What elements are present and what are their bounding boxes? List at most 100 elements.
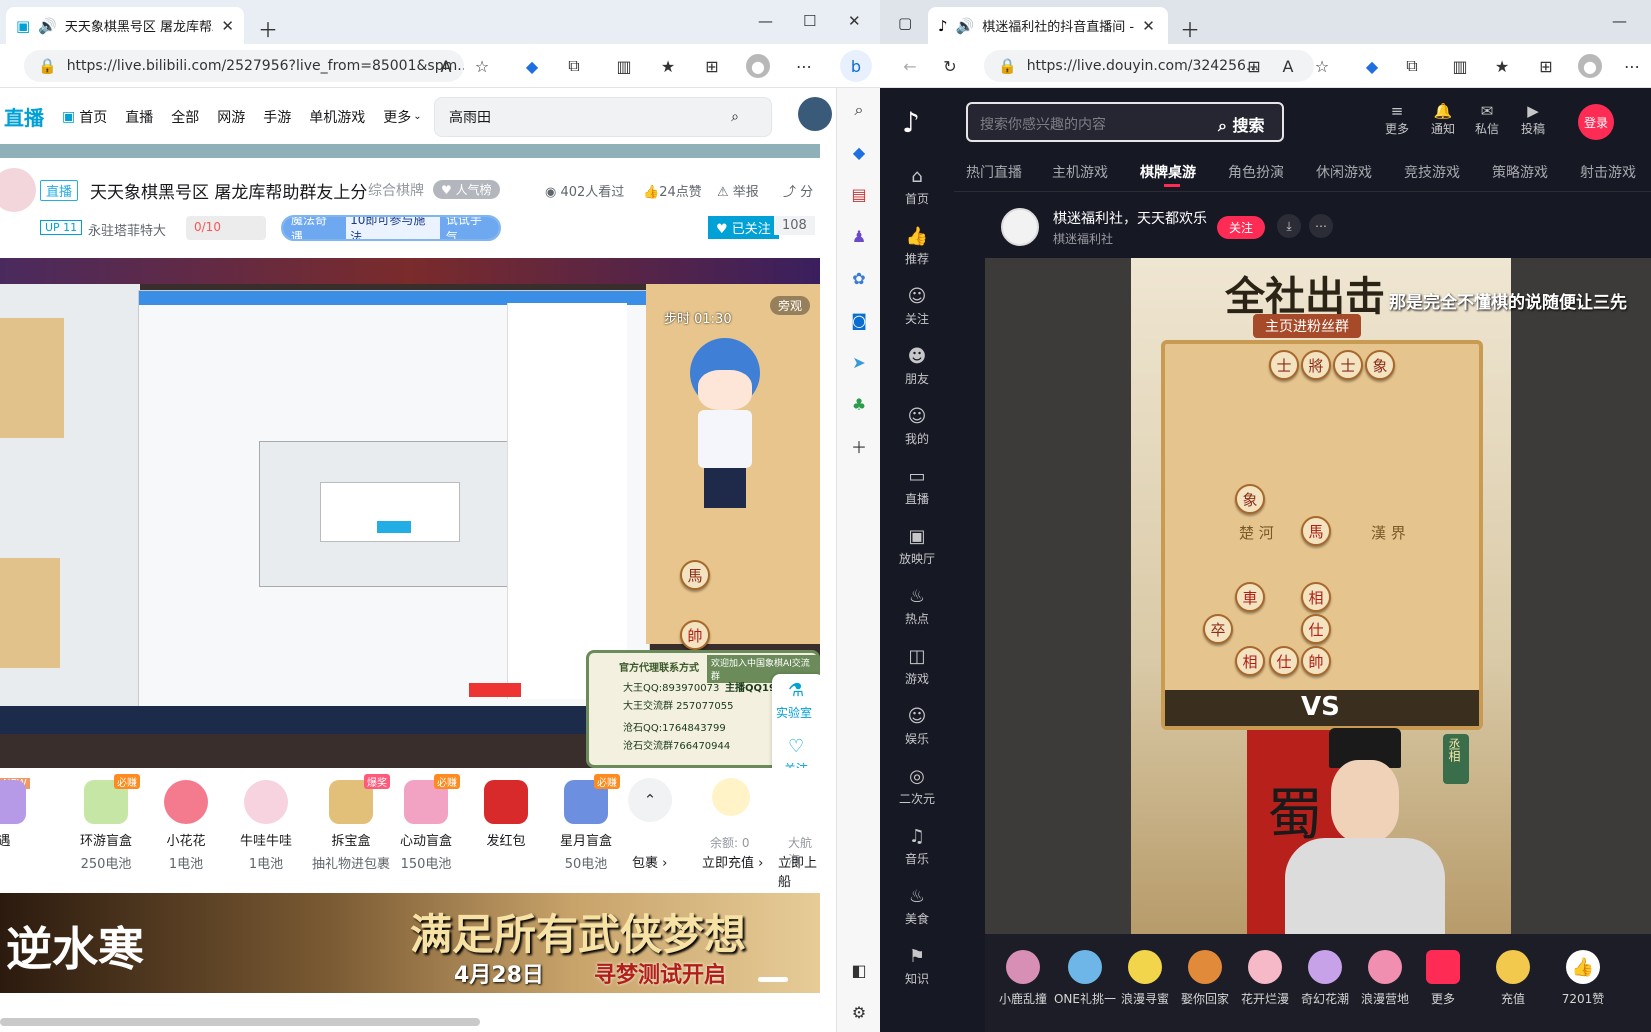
extension-shield-icon[interactable]: ◆: [1360, 54, 1384, 78]
heart-icon[interactable]: ♡: [788, 736, 804, 757]
room-host[interactable]: 棋迷福利社: [1053, 230, 1113, 247]
live-logo[interactable]: 直播: [4, 102, 44, 131]
gift-item[interactable]: 必赚 星月盲盒 50电池: [546, 774, 626, 872]
side-follow-label[interactable]: 关注: [784, 760, 808, 768]
header-messages[interactable]: ✉ 私信: [1470, 102, 1504, 137]
recharge-button[interactable]: 充值: [1485, 950, 1541, 1007]
tab-board-games[interactable]: 棋牌桌游: [1140, 162, 1196, 182]
gift-item[interactable]: 必赚 心动盲盒 150电池: [386, 774, 466, 872]
tab-strategy-games[interactable]: 策略游戏: [1492, 162, 1548, 182]
tag-icon[interactable]: ◆: [847, 140, 871, 164]
profile-avatar[interactable]: ●: [1578, 54, 1602, 78]
streamer-name[interactable]: 永驻塔菲特大: [88, 220, 166, 239]
close-tab-icon[interactable]: ✕: [221, 17, 234, 35]
favorites-icon[interactable]: ★: [1490, 54, 1514, 78]
extensions-icon[interactable]: ⧉: [562, 54, 586, 78]
new-tab-icon[interactable]: ＋: [1180, 14, 1200, 43]
header-upload[interactable]: ▶ 投稿: [1516, 102, 1550, 137]
recharge-button[interactable]: 立即充值 ›: [702, 852, 763, 871]
sidebar-item-mine[interactable]: ☺ 我的: [880, 406, 954, 447]
gift-item[interactable]: 小鹿乱撞: [995, 950, 1051, 1007]
room-category[interactable]: 综合棋牌: [368, 180, 424, 200]
maximize-icon[interactable]: ☐: [803, 12, 816, 30]
tab-hot-live[interactable]: 热门直播: [966, 162, 1022, 182]
sidebar-item-hot[interactable]: ♨ 热点: [880, 586, 954, 627]
expand-gifts-button[interactable]: ⌃: [628, 778, 672, 822]
sidebar-toggle-icon[interactable]: ◧: [847, 958, 871, 982]
share-button[interactable]: ⤴ 分: [783, 181, 813, 200]
gift-item[interactable]: 奇幻花潮: [1297, 950, 1353, 1007]
read-aloud-icon[interactable]: A: [434, 54, 458, 78]
extensions-icon[interactable]: ⧉: [1400, 54, 1424, 78]
split-screen-icon[interactable]: ▥: [1448, 54, 1472, 78]
search-icon[interactable]: ⌕: [731, 109, 739, 125]
sidebar-item-friends[interactable]: ☻ 朋友: [880, 346, 954, 387]
gift-item[interactable]: 必赚 环游盲盒 250电池: [66, 774, 146, 872]
close-window-icon[interactable]: ✕: [848, 12, 861, 30]
like-button[interactable]: 👍 7201赞: [1551, 950, 1615, 1007]
tab-console-games[interactable]: 主机游戏: [1052, 162, 1108, 182]
more-menu-icon[interactable]: ⋯: [1620, 54, 1644, 78]
nav-mobile-games[interactable]: 手游: [263, 107, 291, 127]
toolbox-icon[interactable]: ▤: [847, 182, 871, 206]
sidebar-item-follow[interactable]: ☺ 关注: [880, 286, 954, 327]
flask-icon[interactable]: ⚗: [788, 680, 804, 701]
speaker-icon[interactable]: 🔊: [38, 17, 57, 35]
search-button[interactable]: ⌕ 搜索: [1218, 112, 1265, 136]
carousel-indicator[interactable]: [758, 977, 788, 982]
search-input[interactable]: 高雨田 ⌕: [434, 97, 772, 137]
favorites-icon[interactable]: ★: [656, 54, 680, 78]
user-avatar[interactable]: [798, 97, 832, 131]
tab-rpg[interactable]: 角色扮演: [1228, 162, 1284, 182]
gift-item[interactable]: 牛哇牛哇 1电池: [226, 780, 306, 872]
more-options-icon[interactable]: ⋯: [1309, 214, 1333, 238]
gift-item[interactable]: 浪漫寻蜜: [1117, 950, 1173, 1007]
tree-icon[interactable]: ♣: [847, 392, 871, 416]
back-icon[interactable]: ←: [898, 54, 922, 78]
url-field[interactable]: 🔒 https://live.bilibili.com/2527956?live…: [24, 50, 464, 82]
extension-shield-icon[interactable]: ◆: [520, 54, 544, 78]
sidebar-item-theater[interactable]: ▣ 放映厅: [880, 526, 954, 567]
tab-bilibili[interactable]: ▣ 🔊 天天象棋黑号区 屠龙库帮助 ✕: [6, 7, 244, 44]
split-screen-icon[interactable]: ▥: [612, 54, 636, 78]
gift-item[interactable]: ONE礼挑一: [1053, 950, 1117, 1007]
profile-avatar[interactable]: ●: [746, 54, 770, 78]
search-input[interactable]: 搜索你感兴趣的内容 ⌕ 搜索: [966, 102, 1284, 142]
nav-live[interactable]: 直播: [125, 107, 153, 127]
collections-icon[interactable]: ⊞: [1534, 54, 1558, 78]
send-icon[interactable]: ➤: [847, 350, 871, 374]
outlook-icon[interactable]: ◙: [847, 308, 871, 332]
event-try-button[interactable]: 试试手气: [439, 217, 499, 239]
sidebar-item-knowledge[interactable]: ⚑ 知识: [880, 946, 954, 987]
minimize-icon[interactable]: —: [758, 12, 773, 30]
sidebar-item-recommend[interactable]: 👍 推荐: [880, 226, 954, 267]
gift-item[interactable]: 小花花 1电池: [146, 780, 226, 872]
sidebar-item-live[interactable]: ▭ 直播: [880, 466, 954, 507]
read-aloud-icon[interactable]: A: [1276, 54, 1300, 78]
gift-item[interactable]: 发红包: [466, 780, 546, 849]
follow-button[interactable]: 关注: [1217, 216, 1266, 239]
speaker-icon[interactable]: 🔊: [956, 17, 975, 35]
follow-button[interactable]: ♥ 已关注: [708, 216, 779, 239]
close-tab-icon[interactable]: ✕: [1142, 17, 1155, 35]
package-button[interactable]: 包裹 ›: [632, 852, 667, 871]
streamer-avatar[interactable]: [0, 168, 36, 212]
gift-item[interactable]: 爆奖 拆宝盒 抽礼物进包裹: [306, 774, 396, 872]
tab-shooting-games[interactable]: 射击游戏: [1580, 162, 1636, 182]
popularity-badge[interactable]: ♥ 人气榜: [433, 180, 500, 199]
host-avatar[interactable]: [1001, 208, 1039, 246]
sidebar-item-home[interactable]: ⌂ 首页: [880, 166, 954, 207]
nav-online-games[interactable]: 网游: [217, 107, 245, 127]
microsoft365-icon[interactable]: ✿: [847, 266, 871, 290]
nav-more[interactable]: 更多: [383, 107, 411, 127]
more-menu-icon[interactable]: ⋯: [792, 54, 816, 78]
bing-copilot-icon[interactable]: b: [840, 50, 872, 82]
refresh-icon[interactable]: ↻: [938, 54, 962, 78]
fan-medal[interactable]: 0/10: [186, 216, 266, 240]
sidebar-item-food[interactable]: ♨ 美食: [880, 886, 954, 927]
sidebar-item-entertainment[interactable]: ☺ 娱乐: [880, 706, 954, 747]
gift-item[interactable]: 更多: [1415, 950, 1471, 1007]
download-icon[interactable]: ⤓: [1277, 214, 1301, 238]
lab-label[interactable]: 实验室: [776, 704, 812, 721]
header-more[interactable]: ≡ 更多: [1380, 102, 1414, 137]
